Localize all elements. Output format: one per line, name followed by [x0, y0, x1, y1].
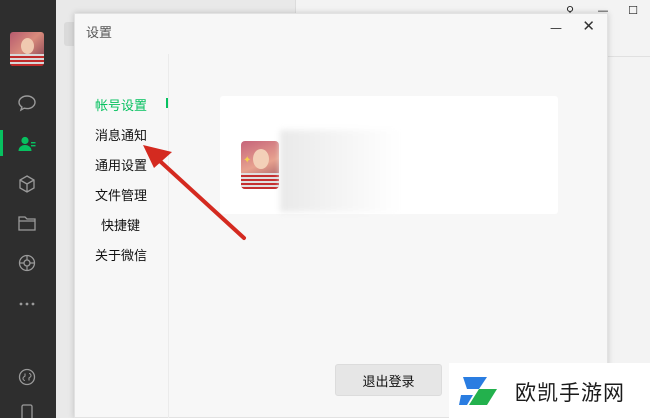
nav-shortcuts[interactable]: 快捷键 [101, 215, 140, 234]
nav-account-settings[interactable]: 帐号设置 [95, 95, 147, 114]
watermark: 欧凯手游网 [449, 363, 650, 418]
nav-about-wechat[interactable]: 关于微信 [95, 245, 147, 264]
sidebar [0, 0, 56, 418]
avatar[interactable] [10, 32, 44, 66]
sidebar-active-indicator [0, 130, 3, 156]
more-icon[interactable] [16, 293, 38, 315]
chat-icon[interactable] [16, 92, 38, 114]
account-name-blurred [280, 130, 400, 212]
watermark-logo-icon [459, 377, 497, 405]
favorites-cube-icon[interactable] [16, 173, 38, 195]
dialog-minimize-button[interactable]: — [550, 21, 562, 35]
maximize-window-button[interactable]: ☐ [624, 2, 642, 18]
nav-general-settings[interactable]: 通用设置 [95, 155, 147, 174]
dialog-title: 设置 [86, 26, 113, 41]
account-avatar: ✦ [241, 141, 279, 189]
dialog-close-button[interactable]: ✕ [582, 17, 595, 35]
settings-dialog: 设置 — ✕ 帐号设置 消息通知 通用设置 文件管理 快捷键 关于微信 ✦ 退出… [74, 13, 608, 418]
moments-icon[interactable] [16, 252, 38, 274]
nav-file-management[interactable]: 文件管理 [95, 185, 147, 204]
phone-icon[interactable] [16, 402, 38, 418]
watermark-text: 欧凯手游网 [515, 381, 625, 405]
nav-divider [168, 54, 169, 418]
mini-program-icon[interactable] [16, 366, 38, 388]
nav-message-notifications[interactable]: 消息通知 [95, 125, 147, 144]
account-card: ✦ [220, 96, 558, 214]
folder-icon[interactable] [16, 212, 38, 234]
contacts-icon[interactable] [16, 133, 38, 155]
logout-button[interactable]: 退出登录 [335, 364, 442, 396]
